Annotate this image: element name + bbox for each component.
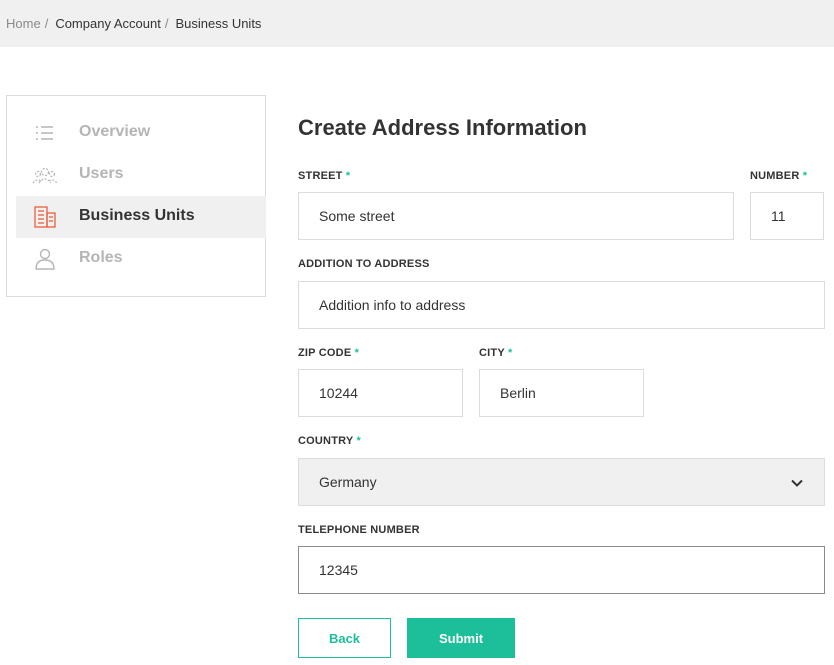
country-select[interactable]: Germany: [298, 458, 825, 506]
user-icon: [35, 248, 55, 270]
sidebar-item-roles[interactable]: Roles: [16, 238, 266, 280]
country-label-text: COUNTRY: [298, 435, 354, 447]
number-label: NUMBER *: [750, 170, 807, 182]
submit-button[interactable]: Submit: [407, 618, 515, 658]
number-label-text: NUMBER: [750, 170, 800, 182]
zip-input[interactable]: [298, 369, 463, 417]
number-input[interactable]: [750, 192, 824, 240]
breadcrumb-home[interactable]: Home: [6, 16, 41, 31]
back-button[interactable]: Back: [298, 618, 391, 658]
sidebar-item-business-units[interactable]: Business Units: [16, 196, 266, 238]
breadcrumb-separator: /: [44, 16, 49, 31]
telephone-label-text: TELEPHONE NUMBER: [298, 524, 420, 536]
breadcrumb-business-units: Business Units: [175, 16, 262, 31]
users-icon: [32, 167, 58, 184]
chevron-down-icon: [791, 479, 803, 487]
building-icon: [34, 206, 56, 228]
breadcrumb-separator: /: [164, 16, 169, 31]
required-mark: *: [354, 347, 360, 359]
required-mark: *: [345, 170, 351, 182]
sidebar-item-label: Business Units: [79, 207, 195, 224]
list-icon: [36, 126, 53, 140]
sidebar-item-label: Users: [79, 165, 124, 182]
sidebar-item-label: Overview: [79, 123, 151, 140]
sidebar-item-label: Roles: [79, 249, 123, 266]
addition-input[interactable]: [298, 281, 825, 329]
page-title: Create Address Information: [298, 115, 587, 140]
breadcrumb-company-account[interactable]: Company Account: [55, 16, 161, 31]
sidebar-nav: Overview Users Business Units Roles: [6, 95, 266, 297]
sidebar-item-overview[interactable]: Overview: [16, 112, 266, 154]
breadcrumb: Home / Company Account / Business Units: [0, 0, 834, 47]
zip-label: ZIP CODE *: [298, 347, 359, 359]
country-label: COUNTRY *: [298, 435, 361, 447]
required-mark: *: [802, 170, 808, 182]
city-label: CITY *: [479, 347, 512, 359]
required-mark: *: [356, 435, 361, 447]
city-label-text: CITY: [479, 347, 505, 359]
telephone-label: TELEPHONE NUMBER: [298, 524, 420, 536]
street-input[interactable]: [298, 192, 734, 240]
addition-label-text: ADDITION TO ADDRESS: [298, 258, 430, 270]
sidebar-item-users[interactable]: Users: [16, 154, 266, 196]
telephone-input[interactable]: [298, 546, 825, 594]
addition-label: ADDITION TO ADDRESS: [298, 258, 430, 270]
required-mark: *: [507, 347, 513, 359]
city-input[interactable]: [479, 369, 644, 417]
country-selected-value: Germany: [319, 474, 377, 490]
street-label-text: STREET: [298, 170, 343, 182]
zip-label-text: ZIP CODE: [298, 347, 352, 359]
street-label: STREET *: [298, 170, 350, 182]
